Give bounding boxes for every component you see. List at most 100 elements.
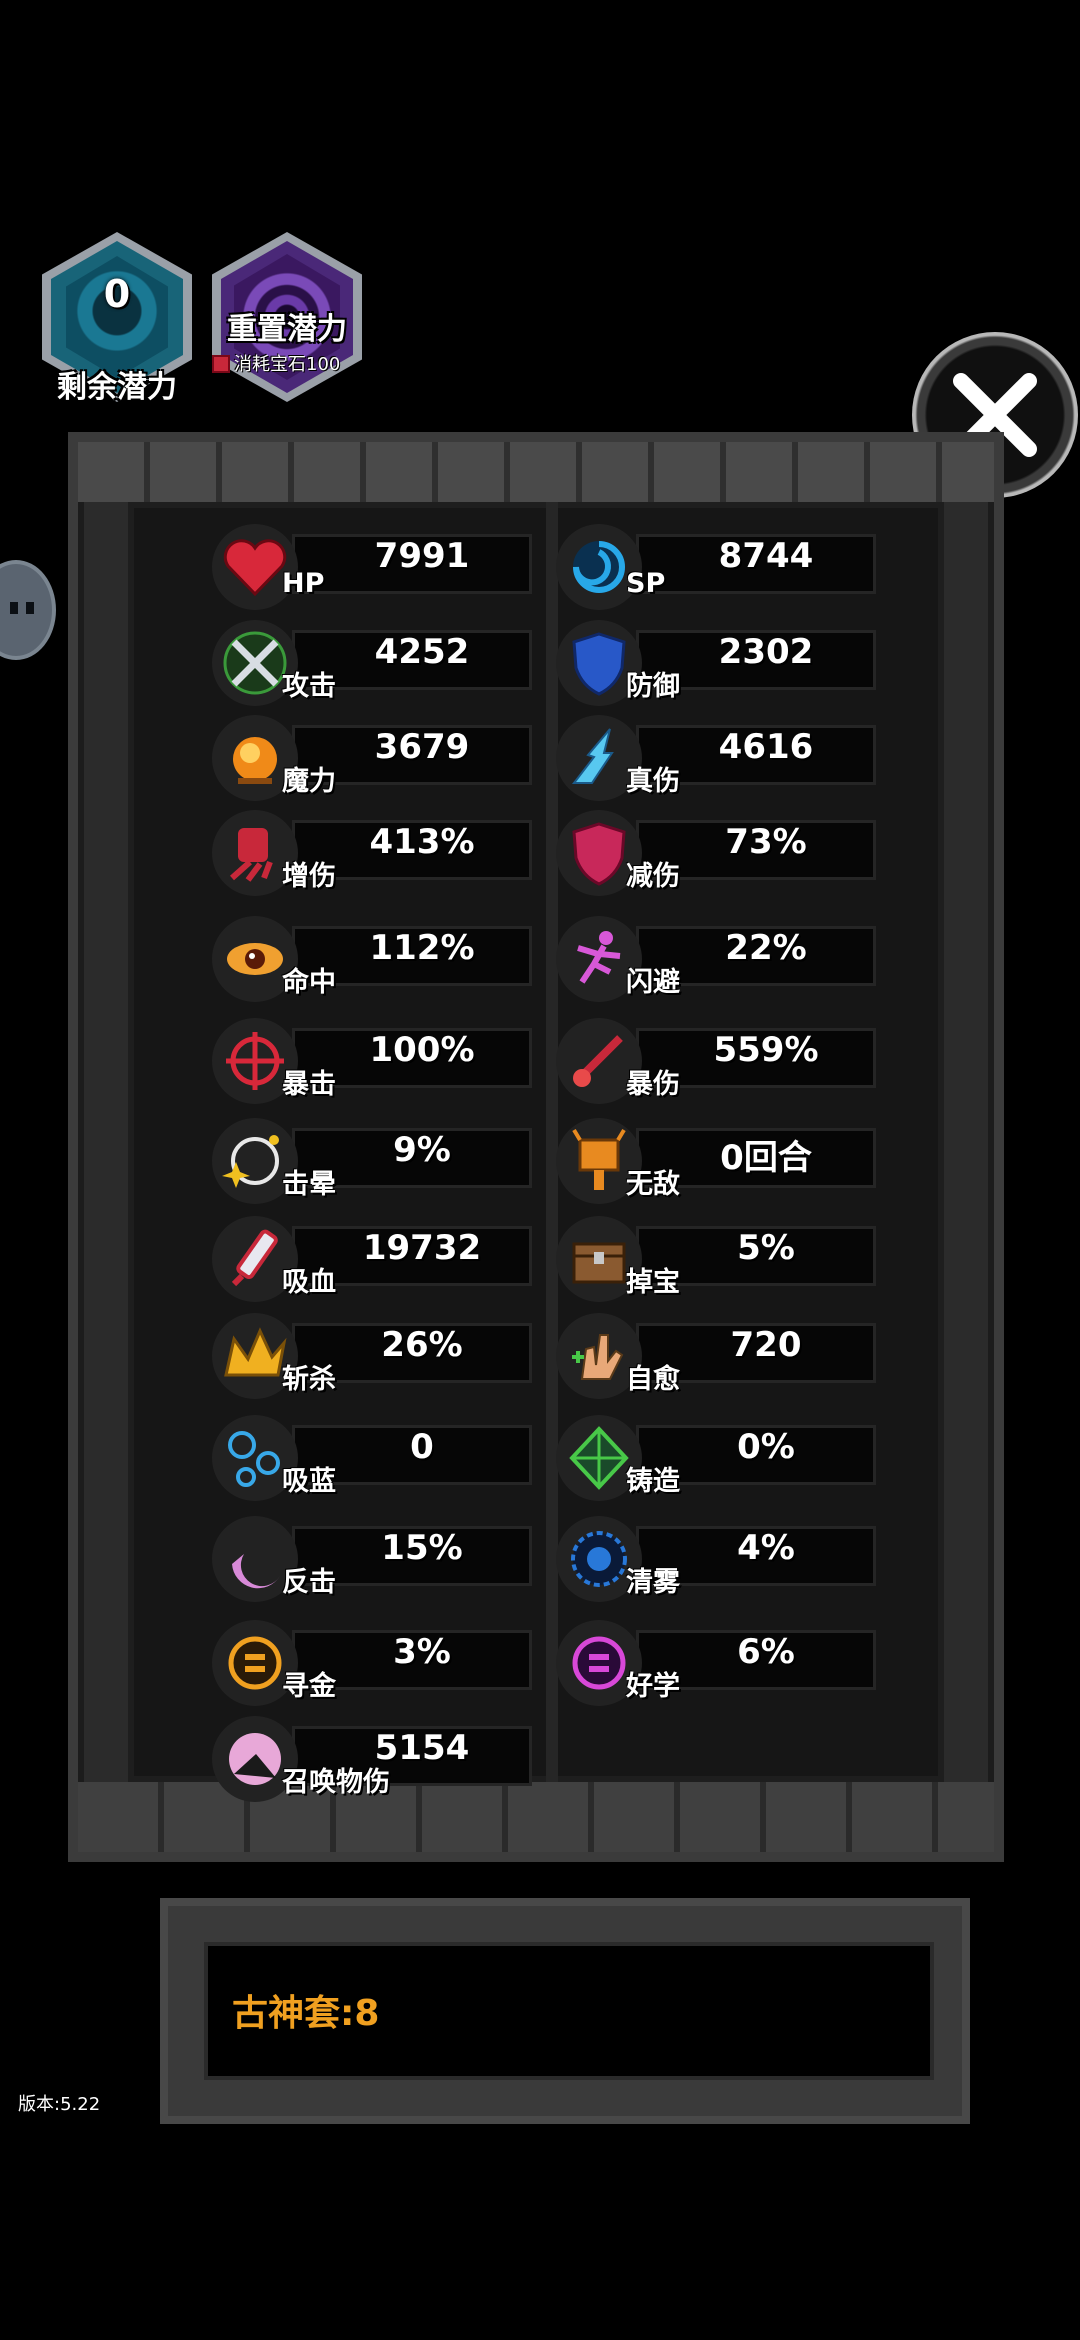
stat-left-6: 9% 击晕	[212, 1118, 552, 1204]
stat-left-9: 0 吸蓝	[212, 1415, 552, 1501]
stat-left-3: 413% 增伤	[212, 810, 552, 896]
counter-crescent-icon	[232, 1554, 280, 1589]
blood-syringe-icon	[231, 1229, 278, 1287]
crit-sword-icon	[573, 1035, 623, 1087]
remaining-potential-label: 剩余潜力	[57, 370, 177, 405]
stat-label: 吸蓝	[282, 1466, 336, 1497]
stat-right-6: 0回合 无敌	[556, 1118, 896, 1204]
bubble-eye-icon	[10, 602, 18, 614]
study-coin-icon	[572, 1636, 626, 1690]
stat-label: 暴击	[282, 1069, 336, 1100]
stat-label: 反击	[282, 1567, 336, 1598]
stat-left-8: 26% 斩杀	[212, 1313, 552, 1399]
stat-label: HP	[282, 568, 325, 599]
stat-value: 413%	[369, 822, 475, 862]
set-bonus-text: 古神套:8	[232, 1993, 380, 2034]
stat-value: 22%	[725, 928, 807, 968]
reset-potential-button[interactable]: 重置潜力 消耗宝石100	[212, 232, 362, 402]
stat-right-8: 720 自愈	[556, 1313, 896, 1399]
stat-label: 暴伤	[626, 1069, 680, 1100]
gem-icon	[212, 355, 230, 373]
stat-label: 清雾	[626, 1567, 680, 1598]
stat-right-1: 2302 防御	[556, 620, 896, 706]
stat-value: 19732	[362, 1228, 482, 1268]
mana-bubbles-icon	[228, 1431, 280, 1487]
stat-left-4: 112% 命中	[212, 916, 552, 1002]
bubble-eye-icon	[26, 602, 34, 614]
stat-right-11: 6% 好学	[556, 1620, 896, 1706]
stat-label: 攻击	[282, 671, 336, 702]
stat-right-4: 22% 闪避	[556, 916, 896, 1002]
execute-crown-icon	[224, 1327, 287, 1377]
treasure-chest-icon	[572, 1242, 626, 1284]
stat-label: 召唤物伤	[282, 1767, 390, 1798]
stun-stars-icon	[222, 1135, 279, 1188]
stat-left-2: 3679 魔力	[212, 715, 552, 801]
stat-label: 防御	[626, 671, 680, 702]
floating-assistant-bubble[interactable]	[0, 560, 56, 660]
stat-label: 增伤	[282, 861, 336, 892]
stat-left-10: 15% 反击	[212, 1516, 552, 1602]
dodge-runner-icon	[577, 931, 621, 984]
stat-value: 2302	[718, 632, 814, 672]
fog-clear-icon	[571, 1531, 627, 1587]
stat-label: 吸血	[282, 1267, 336, 1298]
stat-value: 3%	[393, 1632, 451, 1672]
stat-value: 15%	[381, 1528, 463, 1568]
blue-shield-icon	[572, 632, 626, 696]
stat-left-5: 100% 暴击	[212, 1018, 552, 1104]
stat-value: 26%	[381, 1325, 463, 1365]
stat-right-2: 4616 真伤	[556, 715, 896, 801]
stat-value: 100%	[369, 1030, 475, 1070]
stat-left-1: 4252 攻击	[212, 620, 552, 706]
stat-value: 4%	[737, 1528, 795, 1568]
stat-label: 减伤	[626, 861, 680, 892]
stat-left-7: 19732 吸血	[212, 1216, 552, 1302]
stat-label: 斩杀	[282, 1364, 336, 1395]
gold-coin-icon	[228, 1636, 282, 1690]
forge-gem-icon	[569, 1426, 629, 1490]
stat-value: 720	[730, 1325, 802, 1365]
fist-icon	[230, 828, 273, 882]
stat-value: 559%	[713, 1030, 819, 1070]
reset-cost: 消耗宝石100	[212, 350, 392, 376]
stat-label: 命中	[282, 967, 336, 998]
stat-left-0: 7991 HP	[212, 524, 552, 610]
stat-left-11: 3% 寻金	[212, 1620, 552, 1706]
stat-value: 8744	[718, 536, 814, 576]
stat-label: 铸造	[626, 1466, 680, 1497]
invincible-totem-icon	[572, 1128, 626, 1190]
stat-label: 掉宝	[626, 1267, 680, 1298]
stat-value: 112%	[369, 928, 475, 968]
crosshair-icon	[226, 1032, 284, 1090]
stat-label: 自愈	[626, 1364, 680, 1395]
stat-label: 寻金	[282, 1671, 336, 1702]
stat-value: 6%	[737, 1632, 795, 1672]
heart-icon	[223, 539, 287, 597]
panel-top-border	[78, 442, 994, 502]
stat-label: 真伤	[626, 766, 680, 797]
stat-right-5: 559% 暴伤	[556, 1018, 896, 1104]
reset-potential-label: 重置潜力	[227, 312, 347, 347]
red-shield-icon	[572, 822, 626, 886]
ice-spike-icon	[571, 728, 614, 784]
summon-icon	[229, 1733, 281, 1785]
remaining-potential-badge: 0 剩余潜力	[42, 232, 192, 405]
crossed-swords-icon	[223, 631, 287, 695]
stat-label: 闪避	[626, 967, 680, 998]
stat-right-0: 8744 SP	[556, 524, 896, 610]
stat-value: 7991	[374, 536, 470, 576]
stat-value: 9%	[393, 1130, 451, 1170]
stat-value: 73%	[725, 822, 807, 862]
vortex-icon	[573, 541, 625, 593]
stat-value: 4616	[718, 727, 814, 767]
version-text: 版本:5.22	[18, 2094, 101, 2115]
remaining-potential-value: 0	[103, 272, 131, 316]
stat-label: SP	[626, 568, 666, 599]
stat-value: 0回合	[720, 1138, 812, 1178]
healing-hand-icon	[572, 1334, 624, 1380]
magic-orb-icon	[233, 737, 277, 784]
stat-label: 魔力	[282, 766, 336, 797]
stat-right-3: 73% 减伤	[556, 810, 896, 896]
eye-icon	[227, 943, 283, 975]
